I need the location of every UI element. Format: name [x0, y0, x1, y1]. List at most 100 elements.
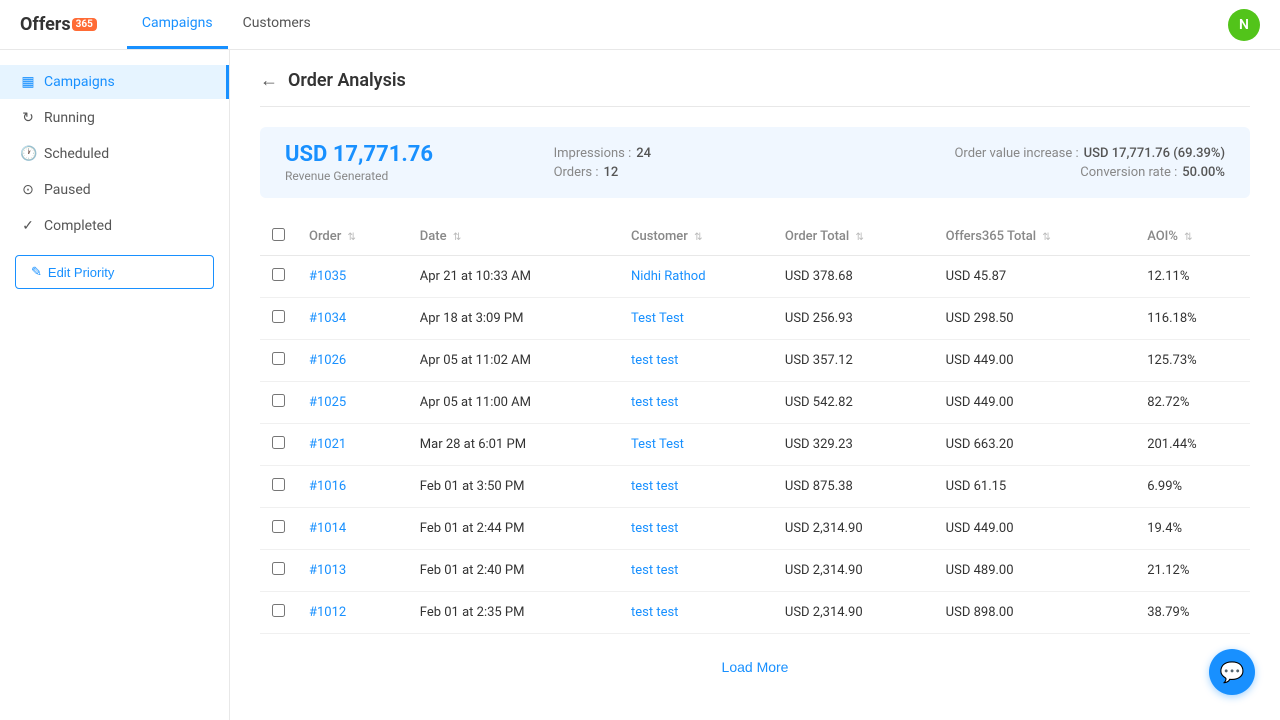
- sort-icon-customer: ⇅: [694, 232, 702, 243]
- cell-offers365-total: USD 449.00: [934, 508, 1136, 550]
- sidebar-item-campaigns[interactable]: ▦ Campaigns: [0, 65, 229, 99]
- chat-button[interactable]: 💬: [1209, 649, 1255, 695]
- col-customer[interactable]: Customer ⇅: [619, 218, 773, 256]
- customer-link[interactable]: Test Test: [631, 437, 684, 452]
- back-button[interactable]: ←: [260, 70, 278, 91]
- order-link[interactable]: #1014: [309, 521, 346, 536]
- order-link[interactable]: #1021: [309, 437, 346, 452]
- edit-icon: ✎: [31, 264, 42, 280]
- order-value-increase-label: Order value increase :: [954, 146, 1078, 161]
- sidebar-item-paused[interactable]: ⊙ Paused: [0, 173, 229, 207]
- table-row: #1026 Apr 05 at 11:02 AM test test USD 3…: [260, 340, 1250, 382]
- sidebar: ▦ Campaigns ↻ Running 🕐 Scheduled ⊙ Paus…: [0, 50, 230, 720]
- sidebar-item-completed[interactable]: ✓ Completed: [0, 209, 229, 243]
- cell-offers365-total: USD 663.20: [934, 424, 1136, 466]
- cell-order: #1021: [297, 424, 408, 466]
- row-checkbox[interactable]: [272, 436, 285, 449]
- cell-offers365-total: USD 45.87: [934, 256, 1136, 298]
- row-checkbox[interactable]: [272, 268, 285, 281]
- row-checkbox[interactable]: [272, 520, 285, 533]
- customer-link[interactable]: test test: [631, 605, 678, 620]
- cell-customer: test test: [619, 340, 773, 382]
- cell-order: #1012: [297, 592, 408, 634]
- main-content: ← Order Analysis USD 17,771.76 Revenue G…: [230, 50, 1280, 720]
- customer-link[interactable]: test test: [631, 353, 678, 368]
- sidebar-item-running[interactable]: ↻ Running: [0, 101, 229, 135]
- row-checkbox-cell: [260, 424, 297, 466]
- load-more-button[interactable]: Load More: [707, 654, 804, 680]
- conversion-rate-value: 50.00%: [1182, 165, 1225, 180]
- orders-table-container: Order ⇅ Date ⇅ Customer ⇅ Order Total ⇅ …: [260, 218, 1250, 700]
- cell-order: #1014: [297, 508, 408, 550]
- edit-priority-button[interactable]: ✎ Edit Priority: [15, 255, 214, 289]
- order-link[interactable]: #1013: [309, 563, 346, 578]
- cell-customer: Test Test: [619, 424, 773, 466]
- col-aoi[interactable]: AOI% ⇅: [1135, 218, 1250, 256]
- customer-link[interactable]: Test Test: [631, 311, 684, 326]
- cell-offers365-total: USD 449.00: [934, 382, 1136, 424]
- table-row: #1013 Feb 01 at 2:40 PM test test USD 2,…: [260, 550, 1250, 592]
- cell-offers365-total: USD 898.00: [934, 592, 1136, 634]
- layout: ▦ Campaigns ↻ Running 🕐 Scheduled ⊙ Paus…: [0, 50, 1280, 720]
- row-checkbox-cell: [260, 298, 297, 340]
- order-link[interactable]: #1034: [309, 311, 346, 326]
- logo: Offers 365: [20, 14, 97, 35]
- col-order-total[interactable]: Order Total ⇅: [773, 218, 934, 256]
- chat-icon: 💬: [1220, 660, 1245, 684]
- page-title: Order Analysis: [288, 70, 406, 91]
- nav-campaigns[interactable]: Campaigns: [127, 0, 228, 49]
- impressions-label: Impressions :: [554, 146, 632, 161]
- cell-date: Feb 01 at 3:50 PM: [408, 466, 619, 508]
- select-all-checkbox[interactable]: [272, 228, 285, 241]
- stats-bar: USD 17,771.76 Revenue Generated Impressi…: [260, 127, 1250, 198]
- table-row: #1035 Apr 21 at 10:33 AM Nidhi Rathod US…: [260, 256, 1250, 298]
- sort-icon-date: ⇅: [453, 232, 461, 243]
- order-link[interactable]: #1012: [309, 605, 346, 620]
- running-icon: ↻: [20, 110, 36, 126]
- row-checkbox-cell: [260, 466, 297, 508]
- cell-customer: test test: [619, 382, 773, 424]
- cell-order-total: USD 542.82: [773, 382, 934, 424]
- row-checkbox-cell: [260, 508, 297, 550]
- table-row: #1016 Feb 01 at 3:50 PM test test USD 87…: [260, 466, 1250, 508]
- customer-link[interactable]: test test: [631, 479, 678, 494]
- table-row: #1021 Mar 28 at 6:01 PM Test Test USD 32…: [260, 424, 1250, 466]
- cell-order: #1026: [297, 340, 408, 382]
- customer-link[interactable]: test test: [631, 521, 678, 536]
- sidebar-item-scheduled[interactable]: 🕐 Scheduled: [0, 137, 229, 171]
- row-checkbox[interactable]: [272, 352, 285, 365]
- row-checkbox[interactable]: [272, 394, 285, 407]
- nav-customers[interactable]: Customers: [228, 0, 326, 49]
- stat-revenue: USD 17,771.76 Revenue Generated: [285, 142, 554, 183]
- col-offers365-total[interactable]: Offers365 Total ⇅: [934, 218, 1136, 256]
- customer-link[interactable]: test test: [631, 395, 678, 410]
- row-checkbox[interactable]: [272, 604, 285, 617]
- cell-customer: Nidhi Rathod: [619, 256, 773, 298]
- cell-order: #1016: [297, 466, 408, 508]
- orders-label: Orders :: [554, 165, 599, 180]
- cell-aoi: 19.4%: [1135, 508, 1250, 550]
- customer-link[interactable]: test test: [631, 563, 678, 578]
- row-checkbox[interactable]: [272, 310, 285, 323]
- orders-table: Order ⇅ Date ⇅ Customer ⇅ Order Total ⇅ …: [260, 218, 1250, 634]
- sidebar-item-label: Running: [44, 110, 95, 126]
- revenue-value: USD 17,771.76: [285, 142, 554, 167]
- cell-aoi: 38.79%: [1135, 592, 1250, 634]
- col-order[interactable]: Order ⇅: [297, 218, 408, 256]
- order-link[interactable]: #1016: [309, 479, 346, 494]
- cell-date: Feb 01 at 2:35 PM: [408, 592, 619, 634]
- row-checkbox[interactable]: [272, 562, 285, 575]
- order-link[interactable]: #1035: [309, 269, 346, 284]
- row-checkbox-cell: [260, 256, 297, 298]
- order-link[interactable]: #1025: [309, 395, 346, 410]
- cell-aoi: 125.73%: [1135, 340, 1250, 382]
- nav-links: Campaigns Customers: [127, 0, 326, 49]
- customer-link[interactable]: Nidhi Rathod: [631, 269, 706, 284]
- col-date[interactable]: Date ⇅: [408, 218, 619, 256]
- cell-aoi: 201.44%: [1135, 424, 1250, 466]
- orders-row: Orders : 12: [554, 165, 823, 180]
- row-checkbox[interactable]: [272, 478, 285, 491]
- table-row: #1014 Feb 01 at 2:44 PM test test USD 2,…: [260, 508, 1250, 550]
- order-link[interactable]: #1026: [309, 353, 346, 368]
- page-header: ← Order Analysis: [260, 70, 1250, 107]
